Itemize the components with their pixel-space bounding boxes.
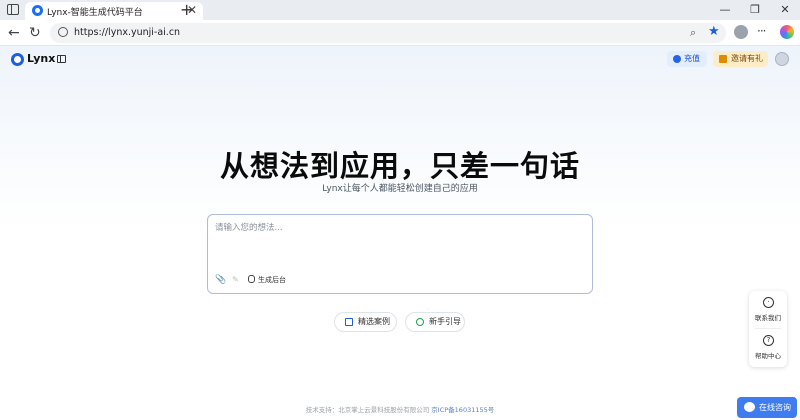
icp-link[interactable]: 京ICP备16031155号 <box>431 406 494 414</box>
favorite-star-icon[interactable]: ★ <box>708 24 720 39</box>
tech-support-text: 技术支持：北京掌上云景科技股份有限公司 <box>305 406 430 414</box>
help-center-label: 帮助中心 <box>755 352 781 360</box>
reload-icon[interactable]: ↻ <box>29 24 41 42</box>
bookmark-icon <box>345 318 353 326</box>
database-icon <box>248 275 255 283</box>
prompt-input[interactable] <box>215 221 585 265</box>
close-window-button[interactable]: ✕ <box>770 0 800 20</box>
favicon-icon <box>32 5 43 16</box>
profile-avatar-icon[interactable] <box>734 25 748 39</box>
recharge-label: 充值 <box>684 54 700 63</box>
generate-backend-label: 生成后台 <box>258 276 286 284</box>
help-center-button[interactable]: ? 帮助中心 <box>749 329 787 365</box>
zoom-icon[interactable]: ⌕ <box>690 26 696 40</box>
more-menu-icon[interactable]: ··· <box>757 24 767 38</box>
voice-icon[interactable]: ✎ <box>232 275 239 284</box>
sidebar-toggle-icon[interactable] <box>57 55 66 63</box>
minimize-button[interactable]: — <box>710 0 740 20</box>
user-avatar[interactable] <box>775 52 789 66</box>
float-panel: · 联系我们 ? 帮助中心 <box>749 291 787 367</box>
new-tab-button[interactable]: + <box>180 0 193 20</box>
featured-cases-button[interactable]: 精选案例 <box>334 312 397 332</box>
url-field[interactable]: https://lynx.yunji-ai.cn ⌕ ★ <box>50 23 726 43</box>
online-consult-label: 在线咨询 <box>759 403 791 412</box>
invite-label: 邀请有礼 <box>731 54 763 63</box>
gift-icon <box>719 55 727 63</box>
beginner-guide-label: 新手引导 <box>429 317 461 326</box>
back-icon[interactable]: ← <box>8 24 20 42</box>
logo-text[interactable]: Lynx <box>27 52 55 65</box>
chat-bubble-icon: · <box>763 297 774 308</box>
invite-button[interactable]: 邀请有礼 <box>713 51 768 67</box>
site-info-icon[interactable] <box>58 27 68 37</box>
generate-backend-toggle[interactable]: 生成后台 <box>246 273 288 287</box>
recharge-icon <box>673 55 681 63</box>
recharge-button[interactable]: 充值 <box>667 51 707 67</box>
lynx-logo-icon[interactable] <box>11 53 24 66</box>
chat-icon <box>744 402 755 412</box>
address-bar: ← ↻ https://lynx.yunji-ai.cn ⌕ ★ ··· <box>0 20 800 46</box>
url-text[interactable]: https://lynx.yunji-ai.cn <box>74 27 180 38</box>
prompt-box: 📎 ✎ 生成后台 <box>207 214 593 294</box>
tab-title: Lynx-智能生成代码平台 <box>47 8 143 18</box>
attachment-icon[interactable]: 📎 <box>215 275 226 285</box>
page: Lynx 充值 邀请有礼 从想法到应用，只差一句话 Lynx让每个人都能轻松创建… <box>0 46 800 420</box>
hero-subtitle: Lynx让每个人都能轻松创建自己的应用 <box>322 184 478 194</box>
online-consult-button[interactable]: 在线咨询 <box>737 397 797 418</box>
hero-title: 从想法到应用，只差一句话 <box>219 149 580 183</box>
play-circle-icon <box>416 318 424 326</box>
tab-actions-icon[interactable] <box>7 4 19 15</box>
footer: 技术支持：北京掌上云景科技股份有限公司 京ICP备16031155号 <box>0 404 800 414</box>
contact-us-button[interactable]: · 联系我们 <box>749 291 787 327</box>
copilot-icon[interactable] <box>780 25 794 39</box>
beginner-guide-button[interactable]: 新手引导 <box>405 312 465 332</box>
help-icon: ? <box>763 335 774 346</box>
browser-tab[interactable]: Lynx-智能生成代码平台 ✕ <box>25 2 203 20</box>
maximize-button[interactable]: ❐ <box>740 0 770 20</box>
contact-us-label: 联系我们 <box>755 314 781 322</box>
browser-tab-bar: Lynx-智能生成代码平台 ✕ + — ❐ ✕ <box>0 0 800 20</box>
featured-cases-label: 精选案例 <box>358 317 390 326</box>
